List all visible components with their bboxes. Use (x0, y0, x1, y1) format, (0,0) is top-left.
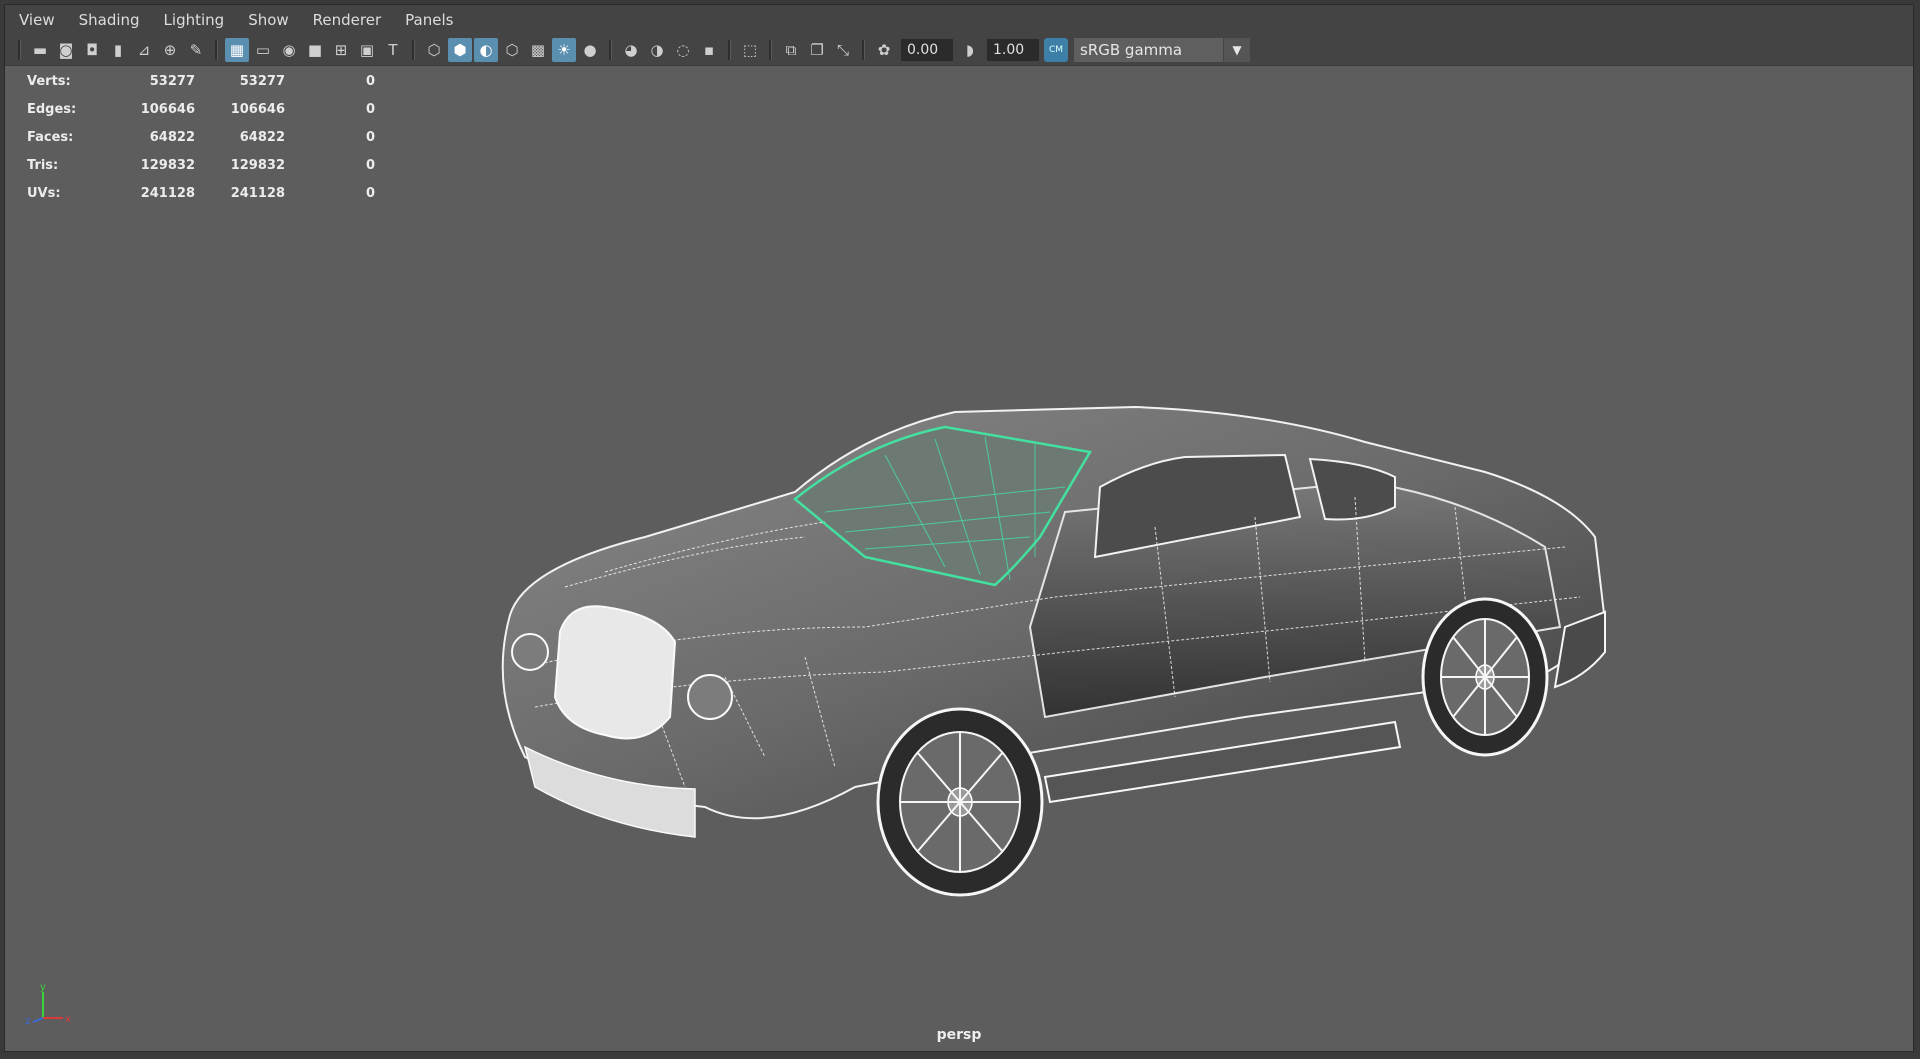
isolate-select-icon[interactable]: ⬚ (738, 38, 762, 62)
hud-label: Faces: (27, 129, 74, 145)
hud-value: 241128 (230, 185, 285, 201)
grease-pencil-icon[interactable]: ✎ (184, 38, 208, 62)
textured-icon[interactable]: ▩ (526, 38, 550, 62)
model-panel: View Shading Lighting Show Renderer Pane… (4, 4, 1914, 1052)
front-grille (553, 605, 677, 740)
hud-value: 106646 (140, 101, 195, 117)
xray-icon[interactable]: ⧉ (779, 38, 803, 62)
camera-bookmark-icon[interactable]: ◘ (80, 38, 104, 62)
viewport-3d[interactable] (5, 67, 1913, 1047)
hud-value: 0 (365, 129, 375, 145)
menu-renderer[interactable]: Renderer (313, 11, 381, 29)
wireframe-icon[interactable]: ⬡ (422, 38, 446, 62)
select-camera-icon[interactable]: ▬ (28, 38, 52, 62)
wireframe-on-shaded-icon[interactable]: ⬡ (500, 38, 524, 62)
toolbar-separator (609, 40, 612, 60)
view-axis-icon: y z x (25, 982, 71, 1027)
color-management-icon[interactable]: CM (1044, 38, 1068, 62)
grid-icon[interactable]: ▦ (225, 38, 249, 62)
hud-value: 129832 (230, 157, 285, 173)
hud-value: 129832 (140, 157, 195, 173)
panel-toolbar: ▬ ◙ ◘ ▮ ⊿ ⊕ ✎ ▦ ▭ ◉ ■ ⊞ ▣ T ⬡ ⬢ ◐ ⬡ ▩ ☀ … (5, 35, 1913, 66)
gate-mask-icon[interactable]: ■ (303, 38, 327, 62)
view-transform-dropdown[interactable]: sRGB gamma ▼ (1074, 38, 1250, 62)
hud-row-verts: Verts: 53277 53277 0 (27, 67, 375, 95)
hud-row-tris: Tris: 129832 129832 0 (27, 151, 375, 179)
exposure-field[interactable]: 0.00 (901, 39, 953, 61)
default-material-icon[interactable]: ◐ (474, 38, 498, 62)
menu-shading[interactable]: Shading (79, 11, 140, 29)
toolbar-separator (18, 40, 21, 60)
axis-y-label: y (40, 982, 46, 993)
hud-row-edges: Edges: 106646 106646 0 (27, 95, 375, 123)
image-plane-icon[interactable]: ⊿ (132, 38, 156, 62)
multisample-aa-icon[interactable]: ◌ (671, 38, 695, 62)
hud-label: Verts: (27, 73, 71, 89)
rear-wheel (1421, 597, 1549, 757)
hud-value: 53277 (149, 73, 195, 89)
field-chart-icon[interactable]: ⊞ (329, 38, 353, 62)
hud-value: 106646 (230, 101, 285, 117)
motion-blur-icon[interactable]: ◑ (645, 38, 669, 62)
xray-active-components-icon[interactable]: ❐ (805, 38, 829, 62)
exposure-icon[interactable]: ✿ (872, 38, 896, 62)
film-gate-icon[interactable]: ▭ (251, 38, 275, 62)
hud-value: 64822 (149, 129, 195, 145)
axis-x-label: x (65, 1014, 71, 1025)
two-d-pan-zoom-icon[interactable]: ⊕ (158, 38, 182, 62)
safe-title-icon[interactable]: T (381, 38, 405, 62)
front-wheel (876, 707, 1044, 897)
menu-view[interactable]: View (19, 11, 55, 29)
hud-value: 53277 (239, 73, 285, 89)
car-wireframe-model[interactable] (5, 67, 1915, 1047)
hud-value: 64822 (239, 129, 285, 145)
menu-show[interactable]: Show (248, 11, 288, 29)
menu-panels[interactable]: Panels (405, 11, 453, 29)
depth-of-field-icon[interactable]: ▪ (697, 38, 721, 62)
camera-name-label: persp (936, 1027, 982, 1043)
safe-action-icon[interactable]: ▣ (355, 38, 379, 62)
headlight-right (687, 674, 733, 720)
bookmark-icon[interactable]: ▮ (106, 38, 130, 62)
panel-menubar: View Shading Lighting Show Renderer Pane… (5, 5, 1913, 35)
hud-value: 0 (365, 101, 375, 117)
view-transform-value: sRGB gamma (1080, 41, 1183, 59)
screen-space-ao-icon[interactable]: ◕ (619, 38, 643, 62)
chevron-down-icon[interactable]: ▼ (1223, 38, 1250, 62)
hud-value: 241128 (140, 185, 195, 201)
hud-value: 0 (365, 157, 375, 173)
hud-row-faces: Faces: 64822 64822 0 (27, 123, 375, 151)
use-all-lights-icon[interactable]: ☀ (552, 38, 576, 62)
toolbar-separator (728, 40, 731, 60)
menu-lighting[interactable]: Lighting (164, 11, 225, 29)
hud-row-uvs: UVs: 241128 241128 0 (27, 179, 375, 207)
toolbar-separator (412, 40, 415, 60)
poly-count-hud: Verts: 53277 53277 0 Edges: 106646 10664… (27, 67, 375, 207)
axis-z-label: z (25, 1016, 30, 1027)
hud-value: 0 (365, 185, 375, 201)
hud-label: UVs: (27, 185, 61, 201)
gamma-icon[interactable]: ◗ (958, 38, 982, 62)
toolbar-separator (769, 40, 772, 60)
smooth-shade-icon[interactable]: ⬢ (448, 38, 472, 62)
hud-value: 0 (365, 73, 375, 89)
toolbar-separator (862, 40, 865, 60)
xray-joints-icon[interactable]: ⤡ (831, 38, 855, 62)
hud-label: Edges: (27, 101, 77, 117)
toolbar-separator (215, 40, 218, 60)
gamma-field[interactable]: 1.00 (987, 39, 1039, 61)
shadows-icon[interactable]: ● (578, 38, 602, 62)
resolution-gate-icon[interactable]: ◉ (277, 38, 301, 62)
camera-attributes-icon[interactable]: ◙ (54, 38, 78, 62)
headlight-left (511, 633, 549, 671)
hud-label: Tris: (27, 157, 59, 173)
